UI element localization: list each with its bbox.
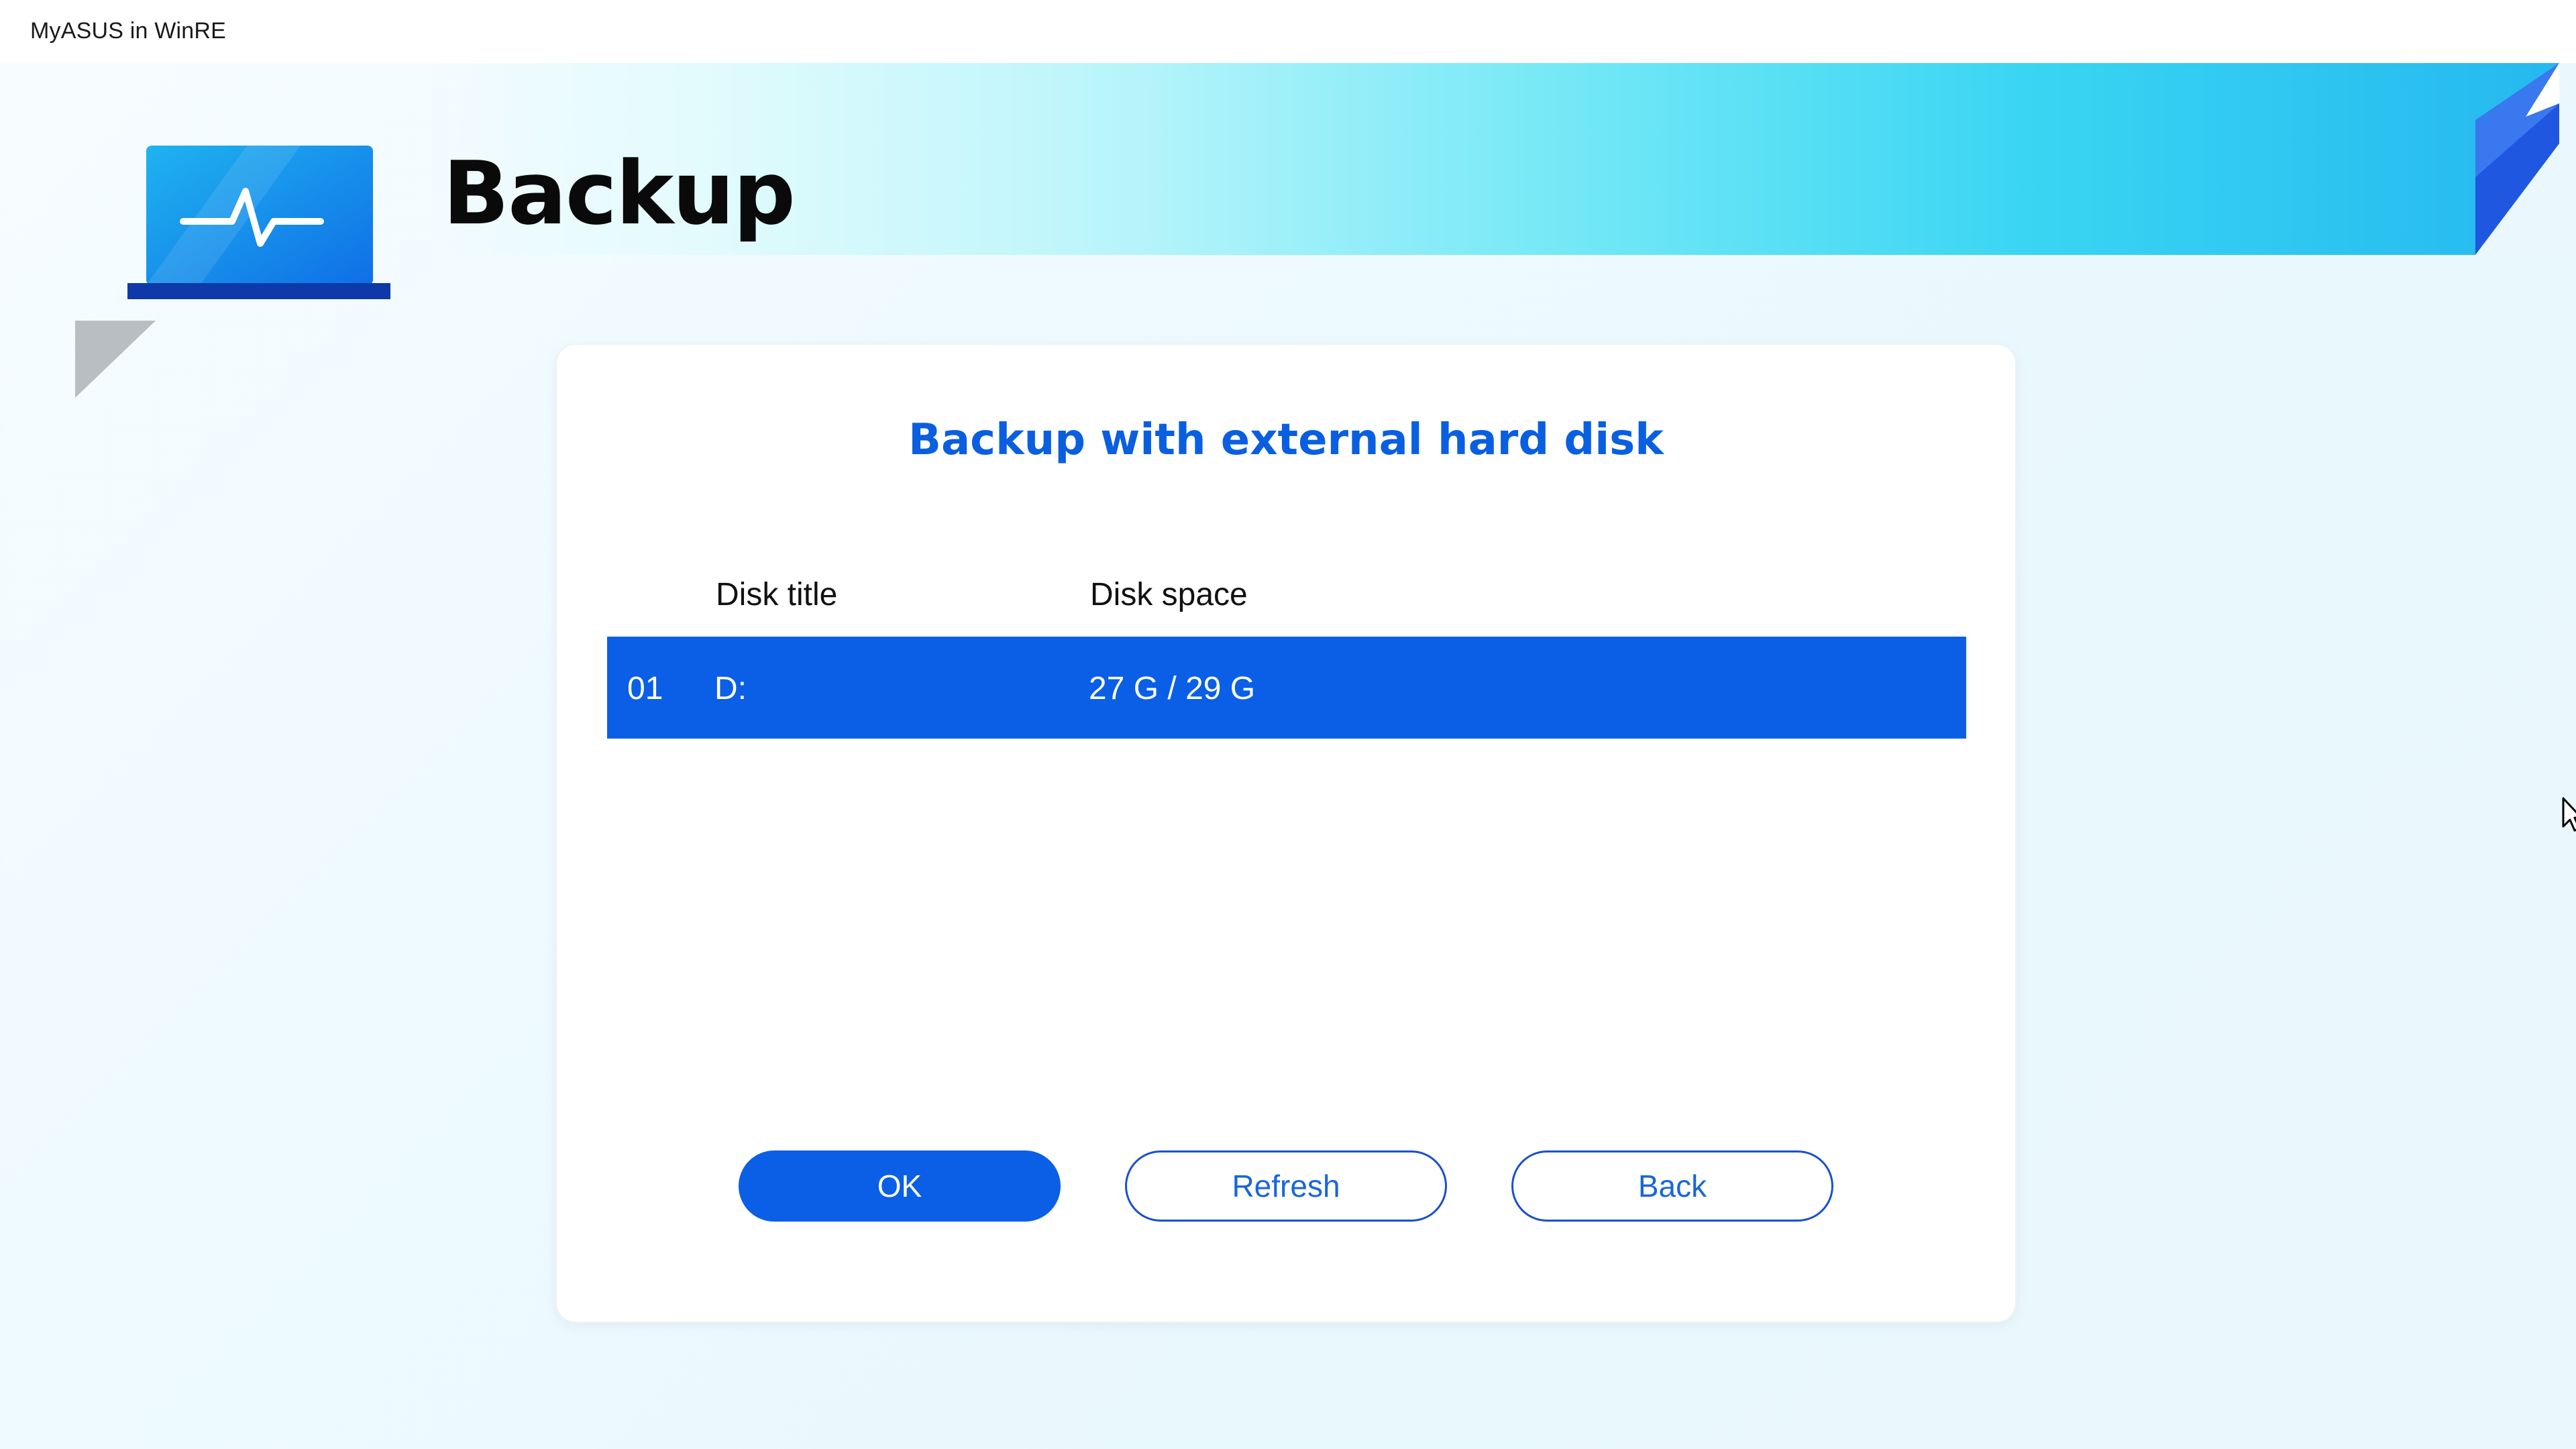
column-header-disk-title: Disk title — [716, 577, 838, 612]
app-title: MyASUS in WinRE — [30, 18, 227, 44]
back-button[interactable]: Back — [1511, 1150, 1833, 1222]
laptop-heartbeat-icon — [127, 146, 390, 299]
disk-row-selected[interactable]: 01 D: 27 G / 29 G — [607, 637, 1966, 739]
ok-button[interactable]: OK — [739, 1150, 1061, 1222]
corner-fold-decoration — [75, 321, 156, 398]
banner-corner-decoration — [2475, 63, 2576, 255]
disk-title: D: — [714, 671, 747, 706]
title-bar — [0, 0, 2576, 63]
disk-index: 01 — [627, 671, 663, 706]
column-header-disk-space: Disk space — [1090, 577, 1248, 612]
disk-space: 27 G / 29 G — [1089, 671, 1256, 706]
dialog-title: Backup with external hard disk — [908, 415, 1664, 465]
refresh-button[interactable]: Refresh — [1125, 1150, 1447, 1222]
disk-table-header: Disk title Disk space — [607, 559, 1966, 627]
mouse-cursor-icon — [2562, 797, 2576, 832]
page-title: Backup — [443, 142, 796, 244]
backup-dialog: Backup with external hard disk Disk titl… — [557, 345, 2015, 1322]
